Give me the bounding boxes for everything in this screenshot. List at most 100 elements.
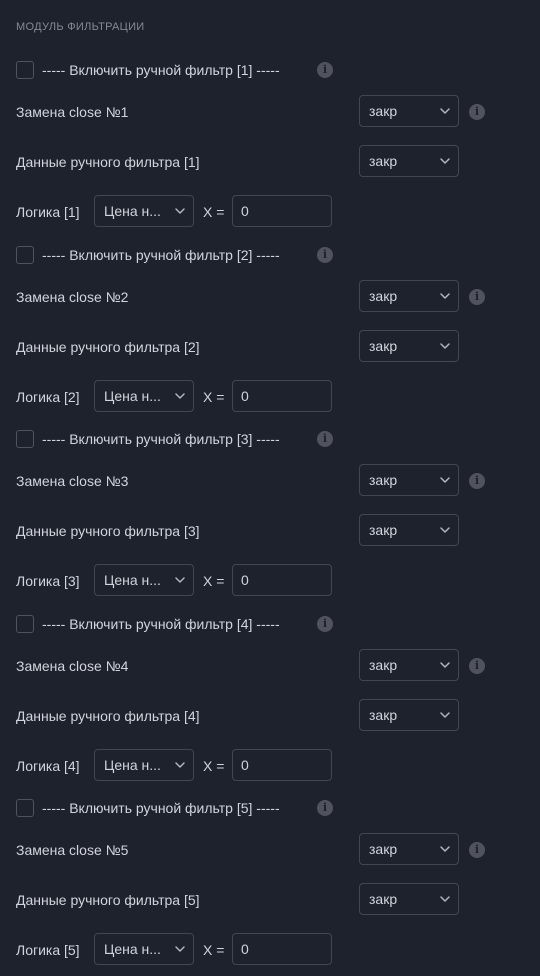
manual-filter-data-select[interactable]: закр — [359, 699, 459, 731]
x-value-input[interactable]: 0 — [232, 195, 332, 227]
replace-close-select[interactable]: закр — [359, 95, 459, 127]
logic-row: Логика [5] Цена н... X = 0 — [0, 933, 540, 967]
enable-filter-row: ----- Включить ручной фильтр [5] ----- i — [0, 791, 540, 825]
enable-filter-checkbox[interactable] — [16, 246, 34, 264]
enable-filter-checkbox[interactable] — [16, 430, 34, 448]
enable-filter-row: ----- Включить ручной фильтр [1] ----- i — [0, 53, 540, 87]
enable-filter-label[interactable]: ----- Включить ручной фильтр [1] ----- — [42, 62, 280, 78]
manual-filter-data-value: закр — [369, 891, 398, 907]
x-label: X = — [203, 573, 225, 589]
logic-value: Цена н... — [104, 941, 161, 957]
replace-close-row: Замена close №3 закр i — [0, 464, 540, 498]
chevron-down-icon — [440, 477, 450, 483]
manual-filter-data-row: Данные ручного фильтра [3] закр — [0, 514, 540, 548]
replace-close-label: Замена close №2 — [16, 289, 129, 305]
replace-close-select[interactable]: закр — [359, 833, 459, 865]
info-icon[interactable]: i — [317, 616, 333, 632]
info-icon[interactable]: i — [317, 431, 333, 447]
filter-module-panel: МОДУЛЬ ФИЛЬТРАЦИИ ----- Включить ручной … — [0, 0, 540, 976]
x-value: 0 — [241, 757, 249, 773]
logic-select[interactable]: Цена н... — [94, 933, 194, 965]
replace-close-row: Замена close №5 закр i — [0, 833, 540, 867]
x-value-input[interactable]: 0 — [232, 564, 332, 596]
manual-filter-data-select[interactable]: закр — [359, 330, 459, 362]
logic-value: Цена н... — [104, 757, 161, 773]
manual-filter-data-row: Данные ручного фильтра [5] закр — [0, 883, 540, 917]
logic-value: Цена н... — [104, 572, 161, 588]
info-icon[interactable]: i — [469, 658, 485, 674]
replace-close-value: закр — [369, 288, 398, 304]
logic-row: Логика [3] Цена н... X = 0 — [0, 564, 540, 598]
logic-label: Логика [4] — [16, 758, 80, 774]
x-value-input[interactable]: 0 — [232, 749, 332, 781]
x-value: 0 — [241, 941, 249, 957]
logic-select[interactable]: Цена н... — [94, 195, 194, 227]
chevron-down-icon — [440, 846, 450, 852]
x-label: X = — [203, 758, 225, 774]
replace-close-value: закр — [369, 657, 398, 673]
logic-label: Логика [1] — [16, 204, 80, 220]
replace-close-label: Замена close №1 — [16, 104, 129, 120]
info-icon[interactable]: i — [317, 62, 333, 78]
logic-select[interactable]: Цена н... — [94, 749, 194, 781]
x-value-input[interactable]: 0 — [232, 933, 332, 965]
info-icon[interactable]: i — [469, 473, 485, 489]
enable-filter-checkbox[interactable] — [16, 61, 34, 79]
manual-filter-data-select[interactable]: закр — [359, 514, 459, 546]
manual-filter-data-value: закр — [369, 153, 398, 169]
enable-filter-label[interactable]: ----- Включить ручной фильтр [5] ----- — [42, 800, 280, 816]
manual-filter-data-row: Данные ручного фильтра [1] закр — [0, 145, 540, 179]
replace-close-label: Замена close №3 — [16, 473, 129, 489]
chevron-down-icon — [175, 577, 185, 583]
info-icon[interactable]: i — [469, 842, 485, 858]
logic-row: Логика [1] Цена н... X = 0 — [0, 195, 540, 229]
replace-close-select[interactable]: закр — [359, 464, 459, 496]
x-value: 0 — [241, 388, 249, 404]
logic-row: Логика [4] Цена н... X = 0 — [0, 749, 540, 783]
x-label: X = — [203, 204, 225, 220]
replace-close-label: Замена close №4 — [16, 658, 129, 674]
info-icon[interactable]: i — [317, 800, 333, 816]
replace-close-label: Замена close №5 — [16, 842, 129, 858]
replace-close-select[interactable]: закр — [359, 649, 459, 681]
chevron-down-icon — [175, 762, 185, 768]
replace-close-value: закр — [369, 472, 398, 488]
info-icon[interactable]: i — [469, 104, 485, 120]
x-value-input[interactable]: 0 — [232, 380, 332, 412]
enable-filter-label[interactable]: ----- Включить ручной фильтр [3] ----- — [42, 431, 280, 447]
chevron-down-icon — [440, 712, 450, 718]
info-icon[interactable]: i — [317, 247, 333, 263]
chevron-down-icon — [440, 108, 450, 114]
enable-filter-checkbox[interactable] — [16, 615, 34, 633]
manual-filter-data-label: Данные ручного фильтра [5] — [16, 892, 200, 908]
manual-filter-data-value: закр — [369, 338, 398, 354]
enable-filter-row: ----- Включить ручной фильтр [3] ----- i — [0, 422, 540, 456]
logic-select[interactable]: Цена н... — [94, 564, 194, 596]
enable-filter-label[interactable]: ----- Включить ручной фильтр [4] ----- — [42, 616, 280, 632]
manual-filter-data-label: Данные ручного фильтра [2] — [16, 339, 200, 355]
chevron-down-icon — [440, 343, 450, 349]
enable-filter-label[interactable]: ----- Включить ручной фильтр [2] ----- — [42, 247, 280, 263]
manual-filter-data-select[interactable]: закр — [359, 883, 459, 915]
manual-filter-data-row: Данные ручного фильтра [2] закр — [0, 330, 540, 364]
manual-filter-data-select[interactable]: закр — [359, 145, 459, 177]
logic-value: Цена н... — [104, 203, 161, 219]
info-icon[interactable]: i — [469, 289, 485, 305]
manual-filter-data-row: Данные ручного фильтра [4] закр — [0, 699, 540, 733]
replace-close-row: Замена close №1 закр i — [0, 95, 540, 129]
chevron-down-icon — [440, 662, 450, 668]
replace-close-row: Замена close №4 закр i — [0, 649, 540, 683]
manual-filter-data-label: Данные ручного фильтра [4] — [16, 708, 200, 724]
enable-filter-row: ----- Включить ручной фильтр [4] ----- i — [0, 607, 540, 641]
enable-filter-checkbox[interactable] — [16, 799, 34, 817]
x-value: 0 — [241, 572, 249, 588]
replace-close-select[interactable]: закр — [359, 280, 459, 312]
chevron-down-icon — [175, 946, 185, 952]
manual-filter-data-label: Данные ручного фильтра [1] — [16, 154, 200, 170]
x-label: X = — [203, 389, 225, 405]
logic-select[interactable]: Цена н... — [94, 380, 194, 412]
section-title: МОДУЛЬ ФИЛЬТРАЦИИ — [16, 21, 145, 33]
manual-filter-data-value: закр — [369, 707, 398, 723]
logic-row: Логика [2] Цена н... X = 0 — [0, 380, 540, 414]
chevron-down-icon — [440, 896, 450, 902]
